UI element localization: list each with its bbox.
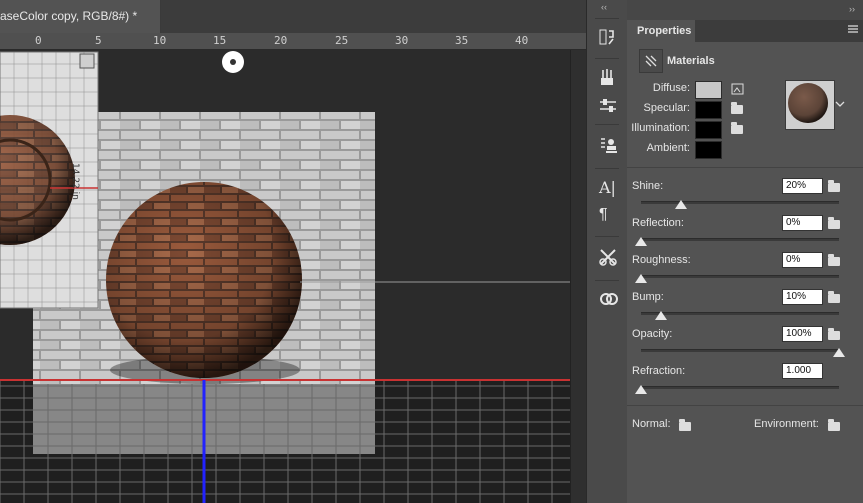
strip-divider <box>595 124 619 125</box>
normal-label: Normal: <box>632 418 671 430</box>
3d-scene[interactable] <box>0 50 570 503</box>
properties-header-bar <box>627 0 863 20</box>
diffuse-texture-icon[interactable] <box>731 82 745 99</box>
tab-bar <box>161 0 586 33</box>
horizontal-ruler[interactable]: 0 5 10 15 20 25 30 35 40 <box>0 33 586 50</box>
adjustments-icon[interactable] <box>599 98 617 119</box>
roughness-slider-handle[interactable] <box>635 274 647 283</box>
specular-folder-icon[interactable] <box>731 102 743 114</box>
refraction-slider-handle[interactable] <box>635 385 647 394</box>
shine-slider-track[interactable] <box>641 201 839 204</box>
document-tab-title: aseColor copy, RGB/8#) * <box>0 9 138 23</box>
roughness-slider-track[interactable] <box>641 275 839 278</box>
section-divider <box>627 167 863 168</box>
ruler-label: 5 <box>95 34 102 47</box>
specular-swatch[interactable] <box>695 101 722 119</box>
ruler-label: 15 <box>213 34 227 47</box>
character-icon[interactable]: A| <box>599 178 616 197</box>
environment-label: Environment: <box>754 418 819 430</box>
ambient-label: Ambient: <box>646 142 690 154</box>
roughness-value[interactable]: 0% <box>782 252 823 268</box>
brushes-icon[interactable] <box>599 68 615 91</box>
specular-label: Specular: <box>643 102 690 114</box>
shine-slider-handle[interactable] <box>674 200 687 209</box>
section-title: Materials <box>667 55 715 67</box>
refraction-value[interactable]: 1.000 <box>782 363 823 379</box>
bump-value[interactable]: 10% <box>782 289 823 305</box>
bump-folder-icon[interactable] <box>828 291 840 303</box>
canvas-area[interactable]: 14.22 in <box>0 50 570 503</box>
material-preview-thumbnail[interactable] <box>785 80 835 130</box>
section-divider <box>627 405 863 406</box>
normal-folder-icon[interactable] <box>679 419 691 431</box>
panel-icon-strip: ‹‹ A| ¶ <box>586 0 628 503</box>
strip-divider <box>595 58 619 59</box>
history-brush-icon[interactable] <box>599 28 615 51</box>
ruler-label: 0 <box>35 34 42 47</box>
reflection-slider-track[interactable] <box>641 238 839 241</box>
ruler-label: 20 <box>274 34 288 47</box>
tab-properties[interactable]: Properties <box>627 20 696 42</box>
document-tab[interactable]: aseColor copy, RGB/8#) * <box>0 0 161 33</box>
collapse-icon[interactable]: ›› <box>849 4 855 14</box>
shine-value[interactable]: 20% <box>782 178 823 194</box>
ruler-label: 35 <box>455 34 469 47</box>
bump-slider-handle[interactable] <box>654 311 667 320</box>
strip-divider <box>595 168 619 169</box>
vertical-scrollbar[interactable] <box>570 50 587 503</box>
bump-label: Bump: <box>632 291 664 303</box>
materials-icon <box>639 49 663 73</box>
opacity-label: Opacity: <box>632 328 673 340</box>
view-toggle-icon[interactable] <box>79 53 95 69</box>
reflection-label: Reflection: <box>632 217 684 229</box>
environment-folder-icon[interactable] <box>828 419 840 431</box>
opacity-folder-icon[interactable] <box>828 328 840 340</box>
paragraph-icon[interactable]: ¶ <box>599 206 608 224</box>
creative-cloud-icon[interactable] <box>599 290 619 313</box>
ruler-label: 40 <box>515 34 529 47</box>
opacity-slider-handle[interactable] <box>833 348 845 357</box>
ruler-label: 25 <box>335 34 349 47</box>
reflection-slider-handle[interactable] <box>635 237 647 246</box>
refraction-slider-track[interactable] <box>641 386 839 389</box>
strip-divider <box>595 18 619 19</box>
shine-label: Shine: <box>632 180 664 192</box>
diffuse-label: Diffuse: <box>652 82 690 94</box>
shine-folder-icon[interactable] <box>828 180 840 192</box>
ruler-label: 10 <box>153 34 167 47</box>
reflection-value[interactable]: 0% <box>782 215 823 231</box>
reflection-folder-icon[interactable] <box>828 217 840 229</box>
illumination-folder-icon[interactable] <box>731 122 743 134</box>
strip-divider <box>595 280 619 281</box>
refraction-label: Refraction: <box>632 365 686 377</box>
tools-icon[interactable] <box>599 248 617 271</box>
collapse-icon[interactable]: ‹‹ <box>601 2 607 12</box>
strip-divider <box>595 236 619 237</box>
illumination-swatch[interactable] <box>695 121 722 139</box>
diffuse-swatch[interactable] <box>695 81 722 99</box>
illumination-label: Illumination: <box>631 122 690 134</box>
properties-panel: ›› Properties Materials Diffuse: Specula… <box>627 0 863 503</box>
stamp-icon[interactable] <box>599 136 617 159</box>
roughness-label: Roughness: <box>632 254 691 266</box>
panel-menu-icon[interactable] <box>847 24 859 34</box>
bump-slider-track[interactable] <box>641 312 839 315</box>
opacity-slider-track[interactable] <box>641 349 839 352</box>
opacity-value[interactable]: 100% <box>782 326 823 342</box>
ambient-swatch[interactable] <box>695 141 722 159</box>
ruler-label: 30 <box>395 34 409 47</box>
chevron-down-icon[interactable] <box>835 99 845 111</box>
ruler-measure-label: 14.22 in <box>70 163 80 200</box>
roughness-folder-icon[interactable] <box>828 254 840 266</box>
